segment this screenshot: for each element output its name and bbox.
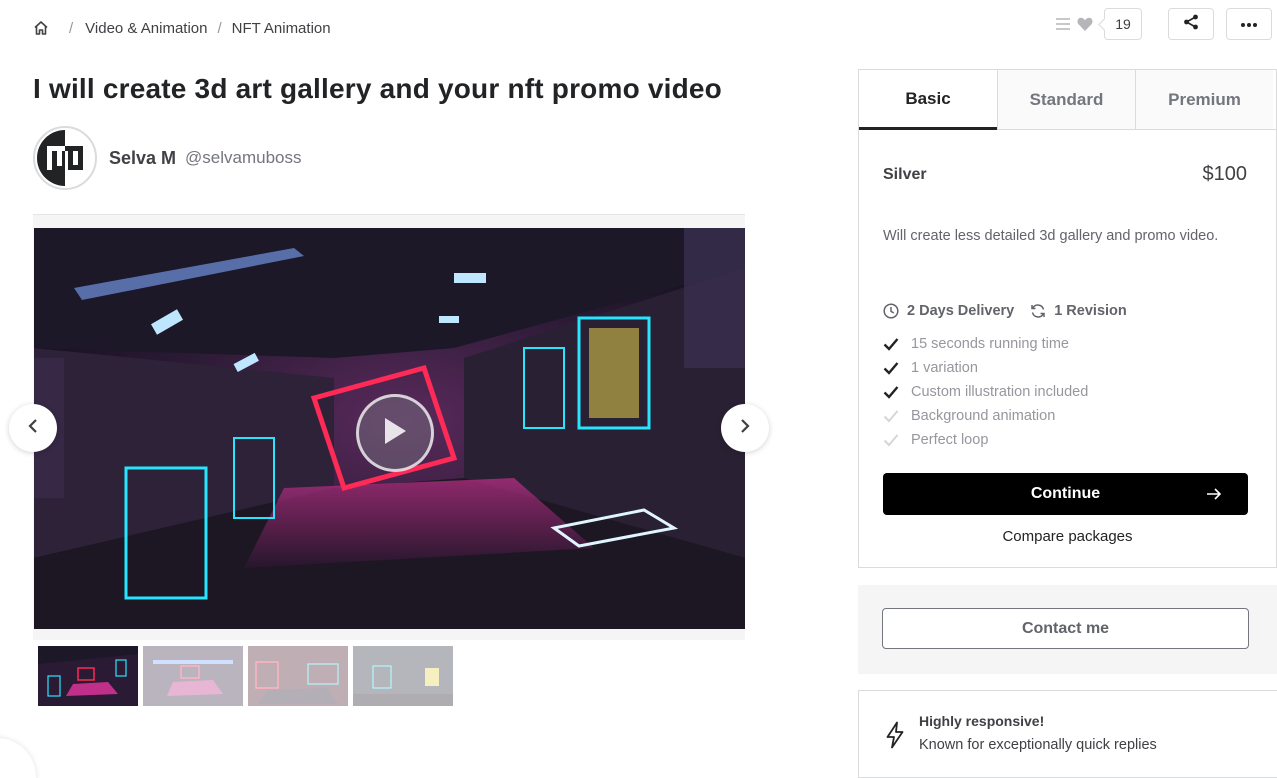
package-tabs: Basic Standard Premium [859,70,1276,130]
highlight-title: Highly responsive! [919,713,1045,729]
chevron-left-icon [28,418,38,439]
page-title: I will create 3d art gallery and your nf… [33,73,722,104]
chevron-right-icon [740,418,750,439]
feature-item: Perfect loop [883,428,1252,452]
contact-me-button[interactable]: Contact me [882,608,1249,649]
floating-widget[interactable] [0,738,36,778]
feature-item: Background animation [883,404,1252,428]
gallery-thumbnails [38,646,458,706]
check-icon [883,409,903,423]
gallery-thumbnail[interactable] [353,646,453,706]
favorite-count-badge: 19 [1104,8,1142,40]
gallery-prev-button[interactable] [9,404,57,452]
gallery-thumbnail[interactable] [143,646,243,706]
breadcrumb-item-video-animation[interactable]: Video & Animation [85,20,207,37]
more-dots-icon [1240,15,1258,33]
revision-count: 1 Revision [1054,303,1127,319]
package-price: $100 [1202,163,1248,185]
save-to-list-button[interactable]: 19 [1054,8,1142,40]
gig-actions: 19 [1054,8,1272,40]
revision-icon [1030,303,1046,319]
highlight-subtitle: Known for exceptionally quick replies [919,737,1157,753]
gallery-next-button[interactable] [721,404,769,452]
breadcrumb-separator: / [217,19,222,37]
gallery-thumbnail[interactable] [38,646,138,706]
breadcrumb-separator: / [69,19,74,37]
gallery-thumbnail[interactable] [248,646,348,706]
breadcrumb-item-nft-animation[interactable]: NFT Animation [232,20,331,37]
clock-icon [883,303,899,319]
share-icon [1183,14,1199,35]
heart-icon[interactable] [1076,15,1094,33]
tab-standard[interactable]: Standard [997,70,1135,129]
check-icon [883,385,903,399]
delivery-time: 2 Days Delivery [907,303,1015,319]
check-icon [883,433,903,447]
share-button[interactable] [1168,8,1214,40]
tab-premium[interactable]: Premium [1135,70,1273,129]
package-name: Silver [883,165,927,183]
arrow-right-icon [1206,487,1222,501]
package-panel: Basic Standard Premium Silver $100 Will … [858,69,1277,568]
play-icon [382,416,408,451]
play-video-button[interactable] [356,394,434,472]
feature-item: Custom illustration included [883,380,1252,404]
more-options-button[interactable] [1226,8,1272,40]
seller-overview: Selva M @selvamuboss [33,126,302,190]
tab-basic[interactable]: Basic [859,70,997,130]
package-description: Will create less detailed 3d gallery and… [883,228,1219,244]
continue-button[interactable]: Continue [883,473,1248,515]
lightning-icon [885,721,905,749]
gallery-main-image[interactable] [34,228,745,629]
seller-name[interactable]: Selva M [109,148,176,169]
compare-packages-link[interactable]: Compare packages [883,528,1252,545]
avatar[interactable] [33,126,97,190]
breadcrumb: / Video & Animation / NFT Animation [33,18,331,38]
check-icon [883,337,903,351]
contact-section: Contact me [858,585,1277,674]
seller-handle: @selvamuboss [185,148,302,167]
feature-list: 15 seconds running time 1 variation Cust… [883,332,1252,452]
check-icon [883,361,903,375]
seller-highlight: Highly responsive! Known for exceptional… [858,690,1277,778]
feature-item: 15 seconds running time [883,332,1252,356]
list-icon [1054,15,1072,33]
package-delivery-info: 2 Days Delivery 1 Revision [883,303,1252,319]
feature-item: 1 variation [883,356,1252,380]
home-icon[interactable] [33,20,49,36]
